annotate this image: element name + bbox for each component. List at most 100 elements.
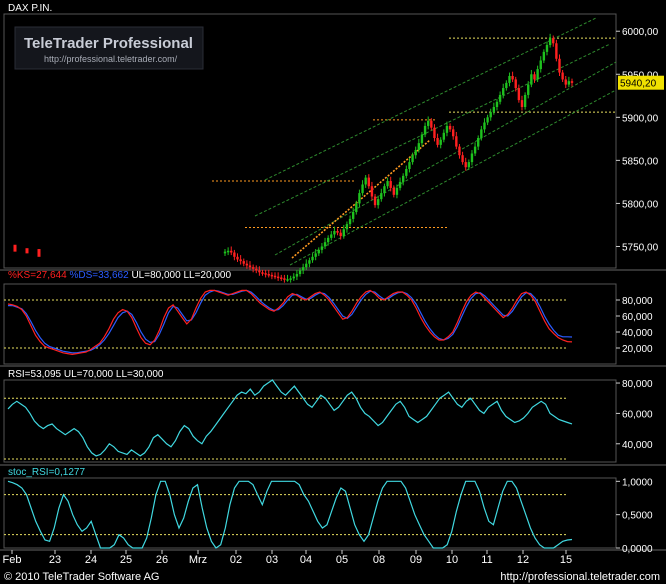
candle-body [317, 249, 320, 254]
candle-body [311, 256, 314, 261]
candle [37, 249, 41, 257]
x-axis: Feb 23 24 25 26 Mrz 02 03 04 05 08 09 10 11 12 15 [3, 550, 572, 566]
candle-body [323, 242, 327, 247]
candle-body [248, 265, 252, 268]
candle-body [486, 117, 489, 123]
x-tick-label: 23 [49, 554, 61, 566]
candle-body [536, 69, 539, 80]
candle-body [342, 229, 345, 237]
chart-title: DAX P.IN. [8, 3, 52, 14]
candle-body [345, 224, 349, 230]
candle-body [348, 218, 352, 225]
candle-body [255, 268, 258, 271]
candle-body [270, 274, 274, 277]
rsi-panel: 40,000 60,000 80,000 [4, 379, 653, 460]
candle-body [280, 277, 283, 279]
price-tick-label: 6000,00 [622, 27, 659, 38]
candle-body [233, 252, 236, 257]
price-tick-label: 5850,00 [622, 156, 659, 167]
panel-frame-srsi [3, 477, 617, 549]
candle-body [245, 263, 249, 266]
candle-body [514, 79, 517, 89]
x-tick-label: 24 [85, 554, 97, 566]
candle-body [383, 186, 386, 194]
support-line [291, 139, 431, 259]
candle-body [276, 276, 280, 279]
candle-body [236, 256, 239, 260]
candle-body [470, 153, 474, 163]
candle-body [420, 134, 424, 144]
candle-body [442, 132, 446, 140]
candle-body [264, 273, 267, 275]
candle-body [473, 146, 477, 154]
candle-body [561, 72, 564, 80]
candle-body [389, 181, 392, 188]
x-tick-label: 02 [230, 554, 242, 566]
panel-frames [0, 13, 666, 551]
candle-body [339, 232, 342, 237]
stochastic-header: %KS=27,644 %DS=33,662 UL=80,000 LL=20,00… [8, 270, 231, 281]
candle-body [436, 137, 439, 145]
candle-body [545, 44, 549, 52]
candle-body [242, 261, 245, 264]
candle-body [483, 122, 486, 130]
candle-body [502, 88, 505, 95]
main-reference-lines [212, 37, 616, 229]
x-tick-label: 09 [410, 554, 422, 566]
candle-body [251, 267, 255, 269]
candle-body [439, 139, 442, 145]
channel-line [289, 89, 617, 266]
candle-body [408, 162, 411, 169]
candle-body [570, 81, 574, 83]
indicator-tick-label: 0,5000 [622, 511, 653, 522]
candle-body [558, 58, 561, 73]
indicator-tick-label: 1,0000 [622, 477, 653, 488]
brand-url: http://professional.teletrader.com/ [44, 54, 178, 64]
candle-body [386, 181, 389, 187]
candle-body [239, 259, 242, 262]
candle-body [314, 253, 317, 257]
channel-line [264, 17, 597, 181]
candle-body [426, 120, 430, 126]
brand-watermark: TeleTrader Professional http://professio… [14, 26, 204, 70]
candle-body [286, 279, 289, 281]
candle-body [305, 263, 308, 268]
x-tick-label: 10 [446, 554, 458, 566]
x-tick-label: Mrz [189, 554, 207, 566]
candle-body [364, 177, 367, 185]
price-tick-label: 5750,00 [622, 242, 659, 253]
x-tick-label: Feb [3, 554, 22, 566]
channel-line [274, 61, 617, 256]
candle-body [330, 234, 333, 238]
main-price-axis: 5750,005800,005850,005900,005950,006000,… [616, 27, 664, 253]
candle-body [261, 272, 264, 274]
candle-body [358, 193, 361, 204]
candle-body [458, 146, 461, 156]
candle-body [433, 127, 436, 138]
candle-body [301, 267, 305, 271]
panel-frame-rsi [3, 379, 617, 463]
rsi-header: RSI=53,095 UL=70,000 LL=30,000 [8, 369, 164, 380]
indicator-tick-label: 40,000 [622, 440, 653, 451]
stoch-rsi-header: stoc_RSI=0,1277 [8, 467, 85, 478]
x-tick-label: 25 [120, 554, 132, 566]
candle-body [289, 278, 292, 280]
indicator-tick-label: 80,000 [622, 296, 653, 307]
panel-frame-stoch [3, 283, 617, 365]
candle-body [567, 81, 571, 85]
candle-body [517, 88, 521, 101]
candle-body [320, 246, 324, 250]
candle-body [376, 199, 380, 206]
candle-body [492, 106, 496, 113]
x-tick-label: 08 [373, 554, 385, 566]
candle-body [351, 212, 355, 219]
stochastic-panel: 20,000 40,000 60,000 80,000 [4, 289, 653, 356]
candle-body [467, 162, 471, 168]
candle-body [398, 181, 402, 188]
candle-body [226, 250, 230, 253]
candle-body [480, 129, 483, 138]
candle-body [448, 125, 452, 130]
candle-body [530, 74, 533, 85]
candle-body [333, 230, 336, 235]
candle-body [295, 274, 299, 277]
